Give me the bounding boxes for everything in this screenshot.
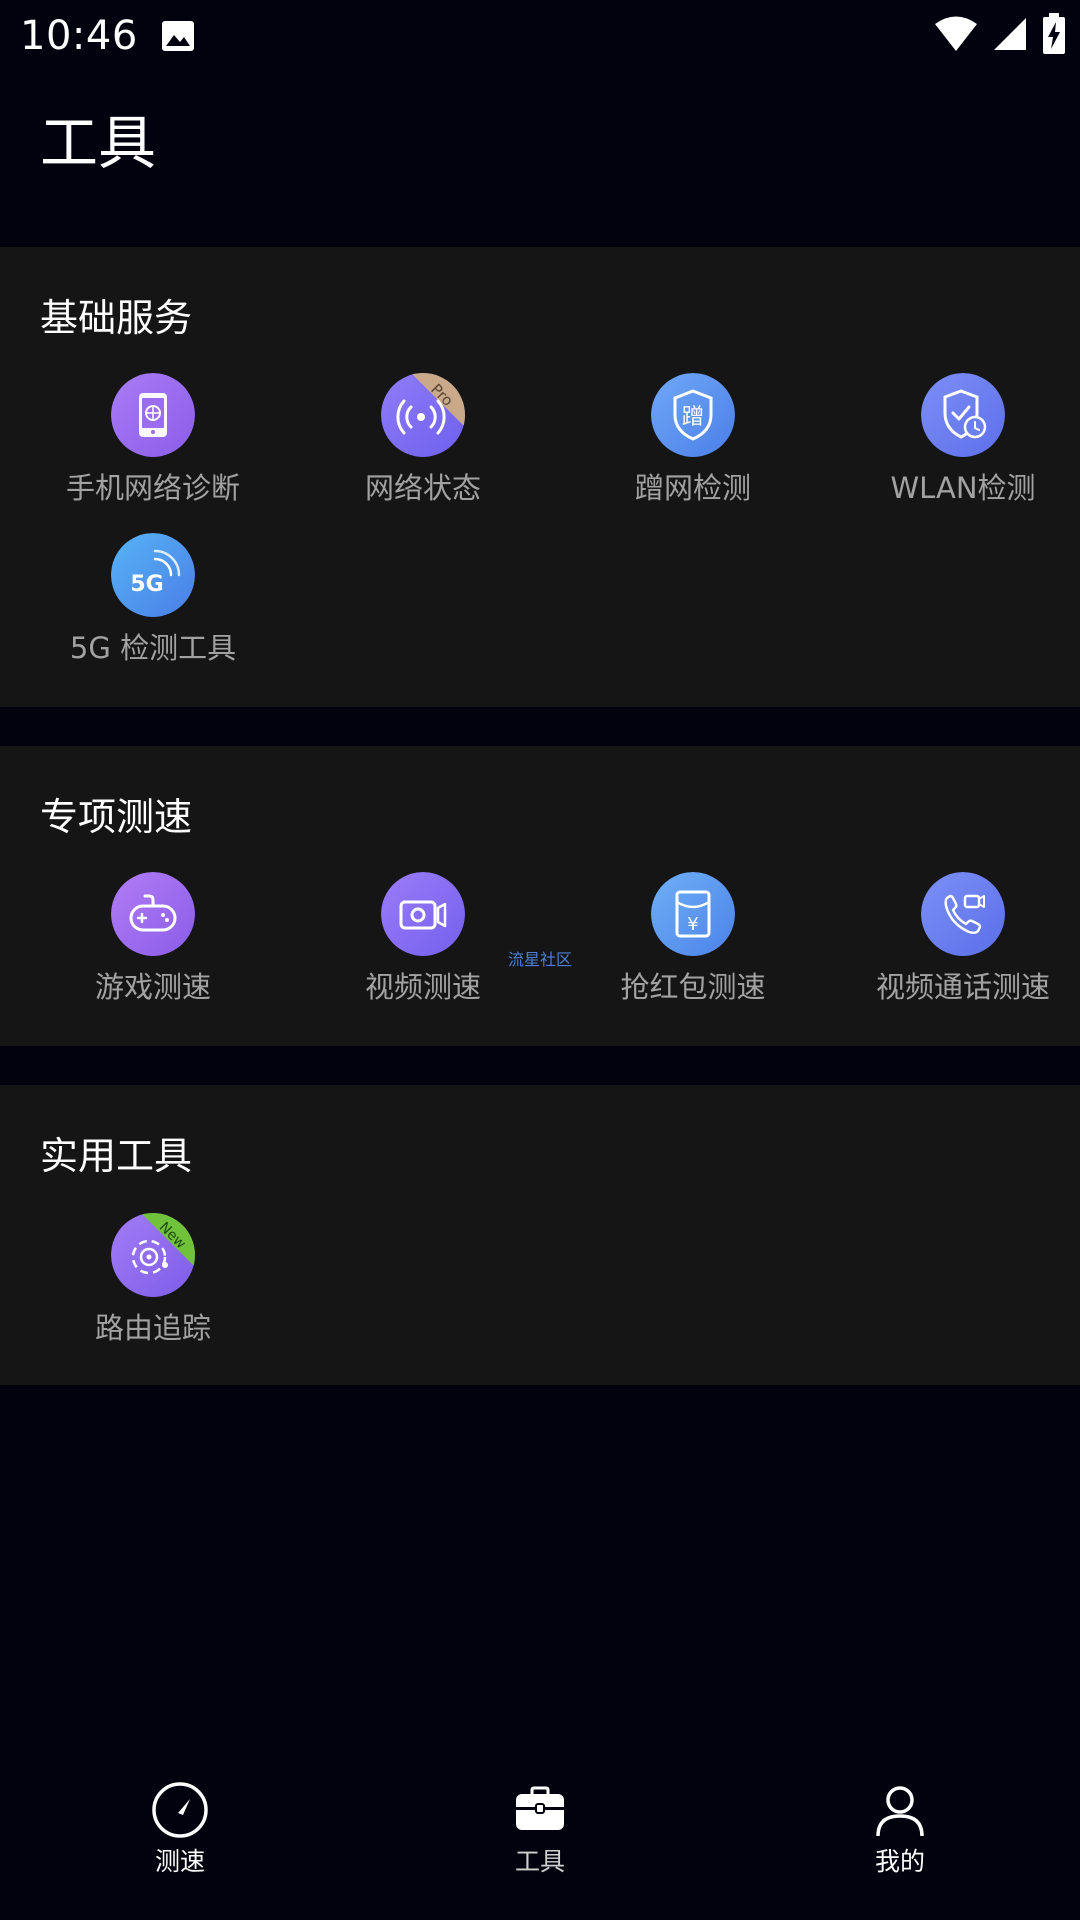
section-basic-services: 基础服务 手机网络诊断 Pro 网络状态 蹭 蹭网检测 WLAN检测 5G 5G… — [0, 247, 1080, 707]
phone-network-diagnosis-icon — [111, 373, 195, 457]
gamepad-icon — [111, 872, 195, 956]
red-envelope-icon: ¥ — [651, 872, 735, 956]
user-profile-icon — [870, 1780, 930, 1840]
status-right-icons — [934, 13, 1066, 59]
wlan-shield-check-icon — [921, 373, 1005, 457]
tool-label: 5G 检测工具 — [69, 631, 237, 665]
section-title: 基础服务 — [40, 296, 193, 340]
tool-video-call-speedtest[interactable]: 视频通话测速 — [828, 872, 1080, 1022]
speedometer-icon — [150, 1780, 210, 1840]
page-title: 工具 — [40, 109, 157, 177]
nav-label: 我的 — [874, 1847, 925, 1876]
tool-label: WLAN检测 — [890, 471, 1036, 505]
tool-game-speedtest[interactable]: 游戏测速 — [18, 872, 288, 1022]
freeloader-glyph: 蹭 — [682, 405, 704, 430]
nav-item-speedtest[interactable]: 测速 — [80, 1780, 280, 1900]
section-utility-tools: 实用工具 New 路由追踪 — [0, 1085, 1080, 1385]
watermark-text: 流星社区 — [508, 950, 573, 969]
nav-label: 测速 — [154, 1847, 205, 1876]
video-call-icon — [921, 872, 1005, 956]
tool-red-envelope-speedtest[interactable]: ¥ 抢红包测速 — [558, 872, 828, 1022]
tool-freeloader-detection[interactable]: 蹭 蹭网检测 — [558, 373, 828, 523]
5g-icon: 5G — [111, 533, 195, 617]
nav-item-tools[interactable]: 工具 — [440, 1780, 640, 1900]
network-status-icon: Pro — [381, 373, 465, 457]
tool-5g-detection[interactable]: 5G 5G 检测工具 — [18, 533, 288, 683]
wifi-icon — [934, 15, 978, 57]
nav-item-profile[interactable]: 我的 — [800, 1780, 1000, 1900]
route-trace-icon: New — [111, 1213, 195, 1297]
5g-glyph: 5G — [130, 572, 163, 597]
battery-charging-icon — [1042, 13, 1066, 59]
gallery-icon — [160, 18, 196, 54]
freeloader-shield-icon: 蹭 — [651, 373, 735, 457]
section-title: 专项测速 — [40, 795, 193, 839]
yen-glyph: ¥ — [687, 914, 698, 935]
tool-label: 视频测速 — [364, 970, 481, 1004]
status-time: 10:46 — [20, 13, 138, 59]
tool-label: 手机网络诊断 — [65, 471, 240, 505]
section-special-speedtest: 专项测速 游戏测速 视频测速 ¥ 抢红包测速 视频通话测速 — [0, 746, 1080, 1046]
tool-route-trace[interactable]: New 路由追踪 — [18, 1213, 288, 1363]
tool-network-status[interactable]: Pro 网络状态 — [288, 373, 558, 523]
bottom-nav: 测速 工具 我的 — [0, 1750, 1080, 1920]
tool-label: 游戏测速 — [94, 970, 211, 1004]
tool-label: 抢红包测速 — [620, 970, 766, 1004]
tool-label: 蹭网检测 — [634, 471, 751, 505]
tool-label: 视频通话测速 — [875, 970, 1050, 1004]
tool-label: 路由追踪 — [94, 1311, 211, 1345]
status-bar: 10:46 — [0, 0, 1080, 72]
cellular-signal-icon — [992, 16, 1028, 56]
tool-label: 网络状态 — [364, 471, 481, 505]
video-camera-icon — [381, 872, 465, 956]
tool-video-speedtest[interactable]: 视频测速 — [288, 872, 558, 1022]
nav-label: 工具 — [514, 1847, 565, 1876]
section-title: 实用工具 — [40, 1134, 193, 1178]
tool-phone-network-diagnosis[interactable]: 手机网络诊断 — [18, 373, 288, 523]
toolbox-icon — [510, 1780, 570, 1840]
tool-wlan-detection[interactable]: WLAN检测 — [828, 373, 1080, 523]
